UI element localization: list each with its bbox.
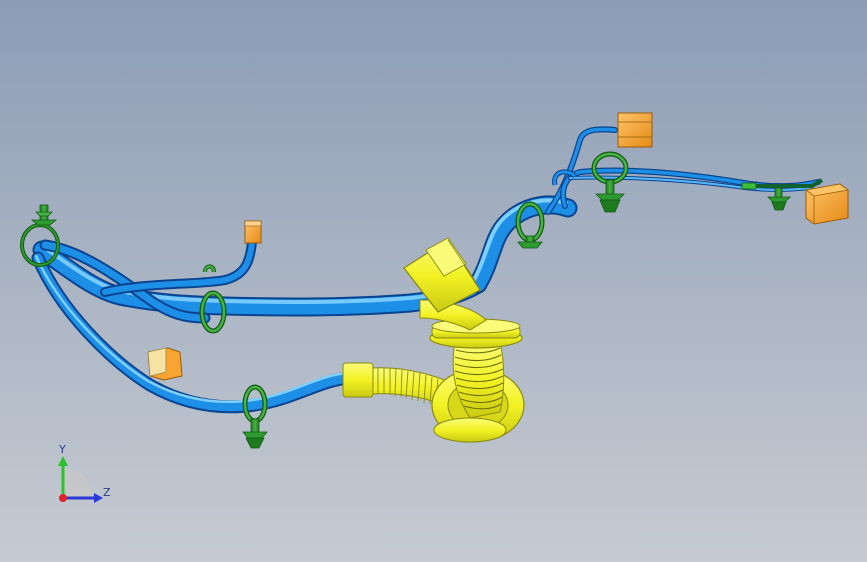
- triad-y-label: Y: [59, 443, 66, 456]
- triad-plane: [63, 468, 93, 498]
- triad-z-label: Z: [103, 486, 111, 499]
- connector-upper-right[interactable]: [617, 112, 653, 148]
- cad-viewport[interactable]: Y Z: [0, 0, 867, 562]
- clip-lower-branch[interactable]: [242, 384, 268, 449]
- triad-origin: [59, 494, 67, 502]
- connector-far-right[interactable]: [805, 183, 849, 225]
- triad-y-arrow: [58, 456, 68, 466]
- connector-left-cream[interactable]: [147, 347, 183, 381]
- clip-left-ring[interactable]: [30, 204, 58, 226]
- upper-branch-tube[interactable]: [100, 237, 257, 297]
- triad-z-arrow: [94, 493, 103, 503]
- orientation-triad: [58, 456, 103, 503]
- duct-adapter[interactable]: [403, 237, 487, 331]
- clip-upper-right[interactable]: [591, 151, 629, 213]
- corrugated-duct-assembly[interactable]: [342, 237, 525, 443]
- connector-top-small[interactable]: [244, 220, 262, 244]
- wire-harness-model[interactable]: [0, 0, 867, 562]
